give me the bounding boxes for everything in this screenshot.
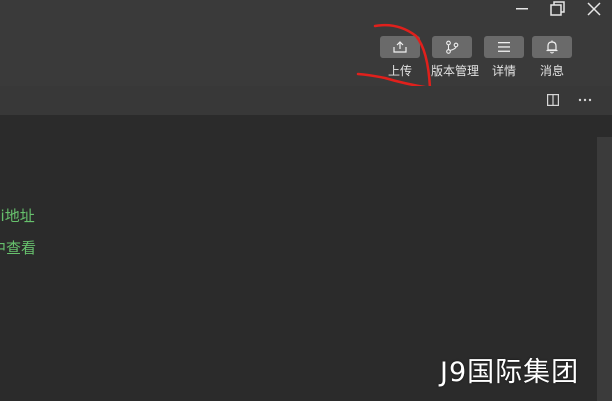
bell-icon <box>546 40 558 54</box>
minimize-button[interactable] <box>504 0 540 18</box>
details-label: 详情 <box>491 64 516 78</box>
messages-label: 消息 <box>539 64 564 78</box>
more-icon <box>578 98 592 102</box>
minimize-icon <box>516 8 528 10</box>
title-bar: 上传 版本管理 详情 消息 <box>0 0 612 86</box>
code-text-1: pi地址 <box>0 207 35 225</box>
code-text-2: 中查看 <box>0 239 37 257</box>
branch-icon <box>446 40 459 54</box>
messages-button-face[interactable] <box>532 36 572 58</box>
vertical-scrollbar[interactable] <box>597 137 612 401</box>
menu-lines-icon <box>498 42 510 52</box>
restore-icon <box>550 1 565 16</box>
restore-button[interactable] <box>540 0 576 18</box>
code-line-1: pi地址 <box>0 207 35 225</box>
close-icon <box>587 2 601 16</box>
code-line-2: 中查看 <box>0 239 36 257</box>
messages-button[interactable]: 消息 <box>531 36 573 78</box>
details-button-face[interactable] <box>484 36 524 58</box>
split-editor-icon <box>547 94 559 106</box>
split-editor-button[interactable] <box>545 93 561 107</box>
editor-tab-bar <box>0 86 612 115</box>
more-actions-button[interactable] <box>577 93 593 107</box>
close-button[interactable] <box>576 0 612 18</box>
watermark-text: J9国际集团 <box>440 357 580 388</box>
details-button[interactable]: 详情 <box>483 36 525 78</box>
